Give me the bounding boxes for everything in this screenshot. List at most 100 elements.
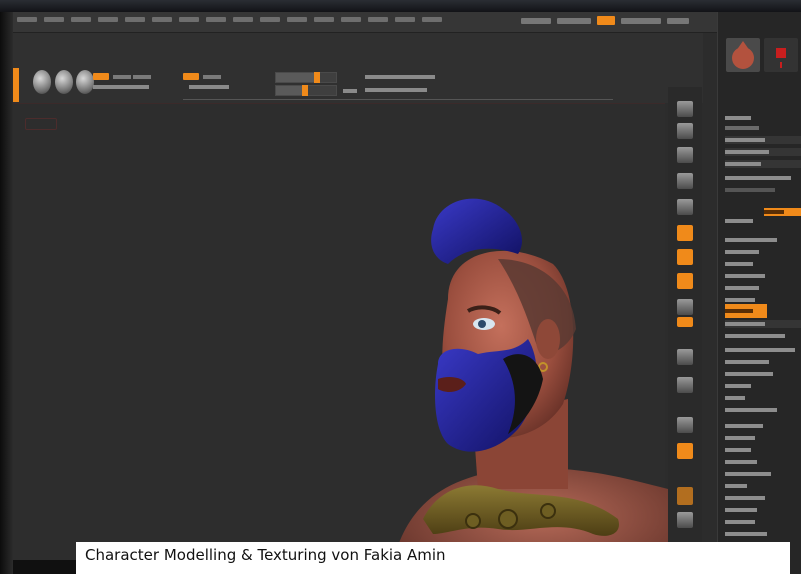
dynamic-label [343,89,357,93]
floor-grid-icon[interactable] [677,147,693,163]
palette-item[interactable] [725,394,801,402]
m-toggle[interactable] [133,75,151,79]
menu-control[interactable] [521,17,551,24]
material-icon[interactable] [726,38,760,72]
edit-mode-button[interactable] [13,68,19,102]
menu-item[interactable] [98,17,118,22]
palette-item[interactable] [725,422,801,430]
right-shelf [668,87,702,574]
document-canvas[interactable] [13,103,668,574]
palette-item[interactable] [725,272,801,280]
menu-item[interactable] [422,17,442,22]
total-points-readout [365,88,427,92]
monitor-bezel-left [0,12,13,574]
palette-item[interactable] [725,382,801,390]
bottom-bezel [13,560,76,574]
palette-item[interactable] [725,148,801,156]
palette-item[interactable] [725,136,801,144]
zadd-toggle[interactable] [183,73,199,80]
frame-icon[interactable] [677,225,693,241]
tool-shelf [13,33,703,103]
palette-item[interactable] [725,358,801,366]
menu-item[interactable] [395,17,415,22]
menu-item[interactable] [314,17,334,22]
focal-shift-slider[interactable] [275,72,337,83]
polyframe-icon[interactable] [677,317,693,327]
zsub-toggle[interactable] [203,75,221,79]
palette-item[interactable] [725,217,801,225]
palette-item[interactable] [725,406,801,414]
solo-icon[interactable] [677,377,693,393]
menu-control[interactable] [557,17,591,24]
palette-item[interactable] [725,446,801,454]
palette-item[interactable] [725,470,801,478]
palette-item[interactable] [725,124,801,132]
xpose-icon[interactable] [677,443,693,459]
menu-item[interactable] [206,17,226,22]
caption-text: Character Modelling & Texturing von Faki… [85,546,446,564]
menu-item[interactable] [71,17,91,22]
menu-item[interactable] [125,17,145,22]
palette-item[interactable] [725,114,801,122]
rgb-toggle[interactable] [113,75,131,79]
palette-item[interactable] [725,284,801,292]
menu-item[interactable] [260,17,280,22]
menu-bar [13,12,801,33]
perspective-icon[interactable] [677,123,693,139]
camera-icon[interactable] [677,101,693,117]
menu-item[interactable] [368,17,388,22]
menu-control[interactable] [667,17,689,24]
brush-sphere-icon[interactable] [76,70,94,94]
palette-item[interactable] [725,186,801,194]
zbrush-window [13,12,801,574]
palette-item[interactable] [725,482,801,490]
sculpted-character [390,198,668,574]
rotate-icon[interactable] [677,299,693,315]
palette-item[interactable] [725,370,801,378]
scale-icon[interactable] [677,273,693,289]
palette-button-active[interactable] [725,304,767,318]
menu-item[interactable] [233,17,253,22]
palette-item[interactable] [725,506,801,514]
menu-item[interactable] [152,17,172,22]
draw-size-slider[interactable] [275,85,337,96]
menu-item[interactable] [341,17,361,22]
palette-item[interactable] [725,346,801,354]
local-icon[interactable] [677,173,693,189]
texture-icon[interactable] [764,38,798,72]
palette-item[interactable] [725,434,801,442]
palette-item[interactable] [725,332,801,340]
tool-icon[interactable] [677,487,693,505]
palette-item[interactable] [725,320,801,328]
monitor-bezel-top [0,0,801,12]
menu-item[interactable] [287,17,307,22]
menu-item[interactable] [44,17,64,22]
palette-item[interactable] [725,518,801,526]
ghost-icon[interactable] [677,417,693,433]
palette-item[interactable] [725,296,801,304]
menu-items [17,17,442,22]
menu-item[interactable] [17,17,37,22]
palette-item[interactable] [725,494,801,502]
palette-item[interactable] [725,248,801,256]
palette-item[interactable] [725,260,801,268]
palette-item[interactable] [725,458,801,466]
transparency-icon[interactable] [677,349,693,365]
menu-control[interactable] [621,17,661,24]
palette-item[interactable] [725,236,801,244]
palette-button-active[interactable] [764,208,801,216]
caption-banner: Character Modelling & Texturing von Faki… [76,542,790,574]
menu-item[interactable] [179,17,199,22]
xyz-axis-icon[interactable] [677,199,693,215]
palette-item[interactable] [725,160,801,168]
active-points-readout [365,75,435,79]
palette-item[interactable] [725,174,801,182]
mrgb-toggle[interactable] [93,73,109,80]
move-icon[interactable] [677,249,693,265]
tool-icon[interactable] [677,512,693,528]
brush-sphere-icon[interactable] [33,70,51,94]
brush-sphere-icon[interactable] [55,70,73,94]
zadd-label [93,85,149,89]
palette-item[interactable] [725,530,801,538]
menu-toggle-active[interactable] [597,16,615,25]
